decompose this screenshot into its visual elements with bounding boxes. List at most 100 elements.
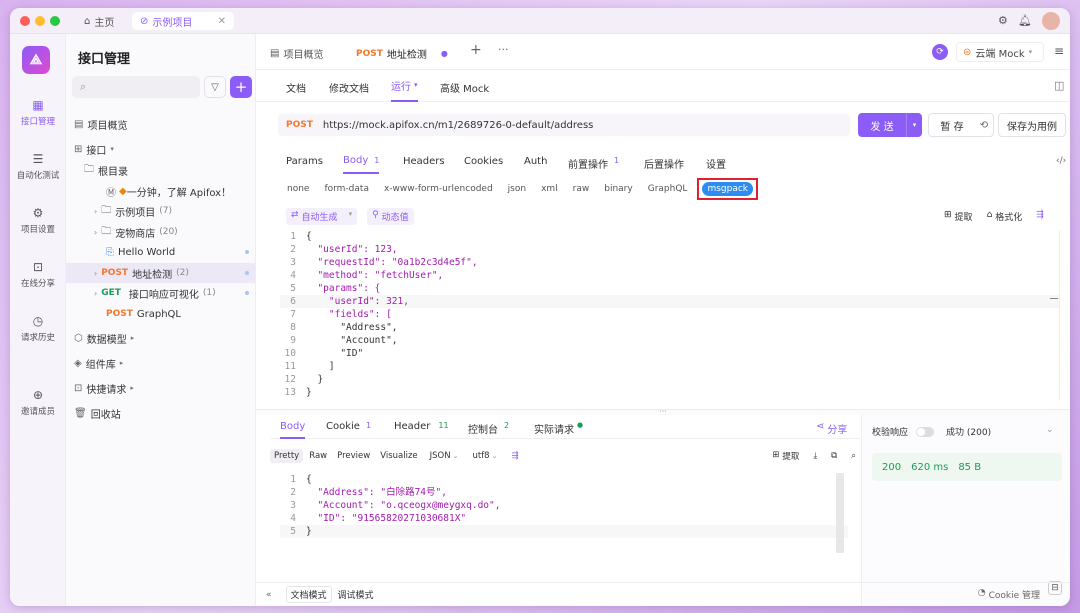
body-type-x-www-form-urlencoded[interactable]: x-www-form-urlencoded <box>379 182 498 196</box>
minimize-window-button[interactable] <box>35 16 45 26</box>
body-type-graphql[interactable]: GraphQL <box>643 182 693 196</box>
tree-item-address-check[interactable]: › POST 地址检测 (2) <box>66 263 255 283</box>
body-type-msgpack[interactable]: msgpack <box>702 182 753 196</box>
save-button[interactable]: 暂 存 ⟲ <box>928 113 994 137</box>
tab-address-check[interactable]: POST 地址检测 ● <box>356 46 448 62</box>
tab-post-ops[interactable]: 后置操作 <box>644 156 684 171</box>
tree-item-api[interactable]: ⊞ 接口 ▾ <box>66 139 255 159</box>
tab-project[interactable]: ⊘ 示例项目 ✕ <box>132 12 234 30</box>
validate-toggle[interactable] <box>916 426 935 437</box>
tree-item-intro[interactable]: Ⓜ ◆ 一分钟，了解 Apifox！ <box>66 181 255 201</box>
sync-icon[interactable]: ⟳ <box>932 44 948 60</box>
code-icon[interactable]: ‹/› <box>1056 156 1066 166</box>
add-button[interactable]: + <box>230 76 252 98</box>
send-button[interactable]: 发 送 ▾ <box>858 113 922 137</box>
tab-auth[interactable]: Auth <box>524 156 547 167</box>
tab-home[interactable]: ⌂ 主页 <box>76 12 122 30</box>
nav-item-2[interactable]: ⚙ 项目设置 <box>10 206 66 235</box>
body-type-none[interactable]: none <box>282 182 314 196</box>
tab-response-header[interactable]: Header 11 <box>394 421 449 432</box>
body-type-form-data[interactable]: form-data <box>319 182 374 196</box>
extract-button[interactable]: ⊞ 提取 <box>944 210 973 223</box>
search-icon[interactable]: ⌕ <box>851 451 856 461</box>
body-type-json[interactable]: json <box>503 182 531 196</box>
tree-item-response-viz[interactable]: › GET 接口响应可视化 (1) <box>66 283 255 303</box>
environment-select[interactable]: ⊜ 云端 Mock ▾ <box>956 42 1044 62</box>
save-as-case-button[interactable]: 保存为用例 <box>998 113 1066 137</box>
tab-console[interactable]: 控制台 2 <box>468 421 509 436</box>
new-tab-plus-icon[interactable]: + <box>470 42 482 58</box>
nav-item-0[interactable]: ▦ 接口管理 <box>10 98 66 127</box>
copy-icon[interactable]: ⧉ <box>831 451 837 461</box>
download-icon[interactable]: ⤓ <box>813 451 817 461</box>
gear-icon[interactable]: ⚙ <box>998 14 1008 27</box>
tab-pre-ops[interactable]: 前置操作 1 <box>568 156 619 171</box>
tab-body[interactable]: Body 1 <box>343 148 380 174</box>
tab-actual-request[interactable]: 实际请求 ● <box>534 421 583 436</box>
close-tab-icon[interactable]: ✕ <box>218 16 226 27</box>
chevron-down-icon[interactable]: ⌄ <box>1046 425 1054 435</box>
menu-icon[interactable]: ≡ <box>1054 44 1064 58</box>
autogen-button[interactable]: ⇄ 自动生成 ▾ <box>286 208 358 225</box>
tab-headers[interactable]: Headers <box>403 156 445 167</box>
close-window-button[interactable] <box>20 16 30 26</box>
tab-doc[interactable]: 文档 <box>286 80 306 95</box>
share-button[interactable]: ⋖ 分享 <box>816 421 847 436</box>
nav-item-1[interactable]: ☰ 自动化测试 <box>10 152 66 181</box>
encoding-select[interactable]: utf8 <box>472 451 489 461</box>
avatar[interactable] <box>1042 12 1060 30</box>
response-body-viewer[interactable]: 1{2 "Address": "白除路74号", 3 "Account": "o.… <box>280 473 848 553</box>
view-preview[interactable]: Preview <box>333 449 374 463</box>
doc-mode-button[interactable]: 文档模式 <box>285 586 332 603</box>
body-type-raw[interactable]: raw <box>568 182 595 196</box>
nav-item-5[interactable]: ⊕ 邀请成员 <box>10 388 66 417</box>
search-input[interactable]: ⌕ <box>72 76 200 98</box>
tree-item-graphql[interactable]: POST GraphQL <box>66 304 255 324</box>
tree-item-quick-request[interactable]: ⊡ 快捷请求 ▸ <box>66 378 255 398</box>
history-restore-icon[interactable]: ⟲ <box>975 120 993 131</box>
tree-item-recycle[interactable]: 🗑︎ 回收站 <box>66 403 255 423</box>
filter-button[interactable]: ▽ <box>204 76 226 98</box>
collapse-sidebar-icon[interactable]: « <box>266 590 272 600</box>
cookie-management-button[interactable]: ◔ Cookie 管理 <box>978 588 1040 601</box>
wrap-icon[interactable]: ⇶ <box>1036 210 1044 223</box>
tab-overview[interactable]: ▤ 项目概览 <box>270 46 323 61</box>
format-button[interactable]: ⌂ 格式化 <box>987 210 1023 223</box>
nav-item-4[interactable]: ◷ 请求历史 <box>10 314 66 343</box>
more-icon[interactable]: ··· <box>498 43 509 56</box>
format-select[interactable]: JSON <box>430 451 451 461</box>
panel-toggle-icon[interactable]: ◫ <box>1054 79 1064 92</box>
body-type-xml[interactable]: xml <box>536 182 563 196</box>
url-bar[interactable]: POST https://mock.apifox.cn/m1/2689726-0… <box>278 114 850 136</box>
view-pretty[interactable]: Pretty <box>270 449 304 463</box>
bell-icon[interactable]: 🔔︎ <box>1018 14 1032 27</box>
tree-item-overview[interactable]: ▤ 项目概览 <box>66 114 255 134</box>
view-raw[interactable]: Raw <box>305 449 331 463</box>
debug-mode-button[interactable]: 调试模式 <box>334 587 378 602</box>
tree-item-data-model[interactable]: ⬡ 数据模型 ▸ <box>66 328 255 348</box>
url-input[interactable]: https://mock.apifox.cn/m1/2689726-0-defa… <box>323 120 594 131</box>
tree-item-root[interactable]: 🗀 根目录 <box>66 160 255 180</box>
body-type-binary[interactable]: binary <box>599 182 637 196</box>
tab-advanced-mock[interactable]: 高级 Mock <box>440 80 489 95</box>
dynamic-value-button[interactable]: ⚲ 动态值 <box>367 208 414 225</box>
maximize-window-button[interactable] <box>50 16 60 26</box>
view-visualize[interactable]: Visualize <box>376 449 421 463</box>
response-scrollbar[interactable] <box>836 473 844 553</box>
tab-edit-doc[interactable]: 修改文档 <box>329 80 369 95</box>
extract-response-button[interactable]: ⊞ 提取 <box>772 450 799 462</box>
tab-run[interactable]: 运行 ▾ <box>391 70 418 102</box>
tree-item-hello-world[interactable]: ⎘ Hello World <box>66 242 255 262</box>
wrap-icon[interactable]: ⇶ <box>511 451 518 461</box>
tab-params[interactable]: Params <box>286 156 323 167</box>
tree-item-example-project[interactable]: › 🗀 示例项目 (7) <box>66 201 255 221</box>
tab-response-body[interactable]: Body <box>280 415 306 439</box>
tab-response-cookie[interactable]: Cookie 1 <box>326 421 371 432</box>
tab-cookies[interactable]: Cookies <box>464 156 503 167</box>
nav-item-3[interactable]: ⊡ 在线分享 <box>10 260 66 289</box>
request-body-editor[interactable]: 1{2 "userId": 123, 3 "requestId": "0a1b2c… <box>280 230 1060 400</box>
tree-item-pet-store[interactable]: › 🗀 宠物商店 (20) <box>66 222 255 242</box>
tree-item-components[interactable]: ◈ 组件库 ▸ <box>66 353 255 373</box>
chevron-down-icon[interactable]: ▾ <box>906 113 922 137</box>
tab-settings[interactable]: 设置 <box>706 156 726 171</box>
